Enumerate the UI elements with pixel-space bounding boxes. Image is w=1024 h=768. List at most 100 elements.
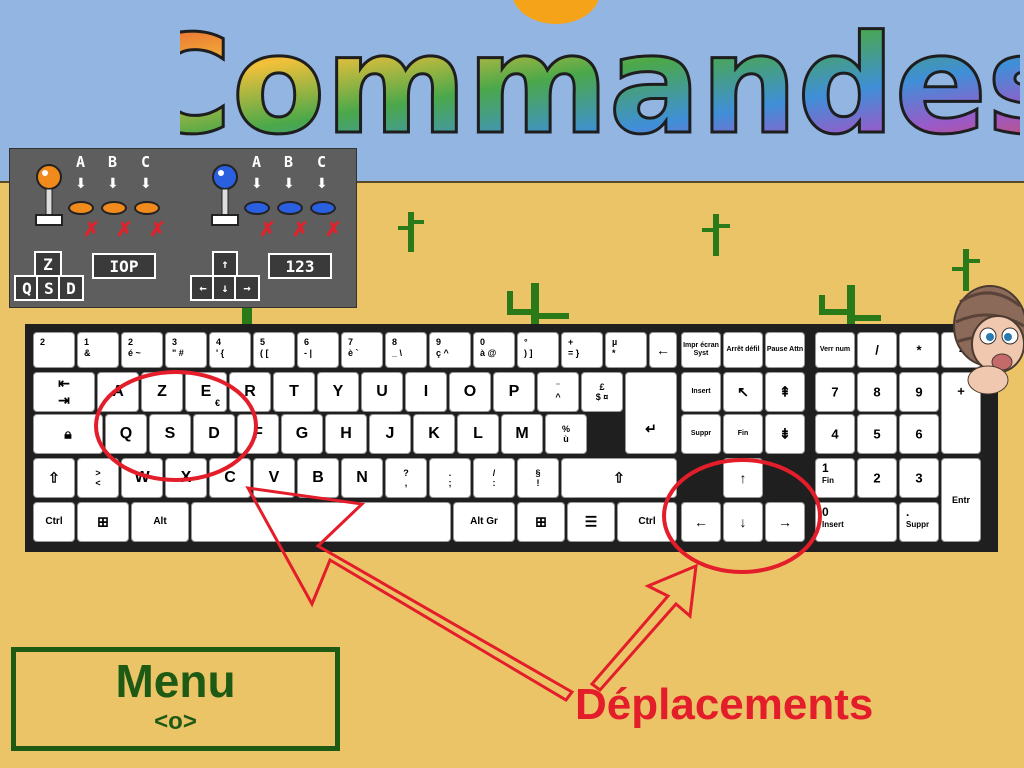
key-8[interactable]: 8 _ \ xyxy=(385,332,427,368)
key-6[interactable]: 6- | xyxy=(297,332,339,368)
key-s[interactable]: S xyxy=(149,414,191,454)
key-q[interactable]: Q xyxy=(105,414,147,454)
key-o[interactable]: O xyxy=(449,372,491,412)
key-g[interactable]: G xyxy=(281,414,323,454)
key-comma[interactable]: ?, xyxy=(385,458,427,498)
alt-key[interactable]: Alt xyxy=(131,502,189,542)
numpad-multiply-key[interactable]: * xyxy=(899,332,939,368)
tab-key[interactable]: ⇤ ⇥ xyxy=(33,372,95,412)
page-up-key[interactable]: ⇞ xyxy=(765,372,805,412)
menu-button[interactable]: Menu <o> xyxy=(11,647,340,751)
key-exclamation[interactable]: §! xyxy=(517,458,559,498)
numpad-dot-key[interactable]: . Suppr xyxy=(899,502,939,542)
key-c[interactable]: C xyxy=(209,458,251,498)
insert-key[interactable]: Insert xyxy=(681,372,721,412)
left-ctrl-key[interactable]: Ctrl xyxy=(33,502,75,542)
numpad-2-key[interactable]: 2 xyxy=(857,458,897,498)
key-h[interactable]: H xyxy=(325,414,367,454)
key-colon[interactable]: /: xyxy=(473,458,515,498)
arrow-left-icon: ← xyxy=(694,514,708,530)
right-shift-key[interactable]: ⇧ xyxy=(561,458,677,498)
key-f[interactable]: F xyxy=(237,414,279,454)
key-degree[interactable]: °) ] xyxy=(517,332,559,368)
key-e[interactable]: E € xyxy=(185,372,227,412)
key-z[interactable]: Z xyxy=(141,372,183,412)
key-p[interactable]: P xyxy=(493,372,535,412)
orange-button-icon xyxy=(134,201,160,215)
key-x[interactable]: X xyxy=(165,458,207,498)
key-i[interactable]: I xyxy=(405,372,447,412)
windows-key[interactable]: ⊞ xyxy=(77,502,129,542)
alt-gr-key[interactable]: Alt Gr xyxy=(453,502,515,542)
key-superscript-2[interactable]: 2 xyxy=(33,332,75,368)
key-t[interactable]: T xyxy=(273,372,315,412)
down-arrow-icon: ⬇ xyxy=(107,175,119,191)
key-9[interactable]: 9ç ^ xyxy=(429,332,471,368)
key-l[interactable]: L xyxy=(457,414,499,454)
key-y[interactable]: Y xyxy=(317,372,359,412)
home-key[interactable]: ↖ xyxy=(723,372,763,412)
numpad-3-key[interactable]: 3 xyxy=(899,458,939,498)
key-v[interactable]: V xyxy=(253,458,295,498)
scroll-lock-key[interactable]: Arrêt défil xyxy=(723,332,763,368)
numpad-divide-key[interactable]: / xyxy=(857,332,897,368)
key-m[interactable]: M xyxy=(501,414,543,454)
key-dollar[interactable]: £ $ ¤ xyxy=(581,372,623,412)
cactus xyxy=(507,283,569,325)
numpad-8-key[interactable]: 8 xyxy=(857,372,897,412)
pause-key[interactable]: Pause Attn xyxy=(765,332,805,368)
tab-icon: ⇤ ⇥ xyxy=(58,375,70,408)
numpad-4-key[interactable]: 4 xyxy=(815,414,855,454)
caps-lock-key[interactable]: 🔒︎ xyxy=(33,414,103,454)
key-5[interactable]: 5( [ xyxy=(253,332,295,368)
numpad-7-key[interactable]: 7 xyxy=(815,372,855,412)
arrow-right-key[interactable]: → xyxy=(765,502,805,542)
key-n[interactable]: N xyxy=(341,458,383,498)
button-b-label: B xyxy=(284,153,294,171)
arrow-down-key[interactable]: ↓ xyxy=(723,502,763,542)
key-3[interactable]: 3 " # xyxy=(165,332,207,368)
left-shift-key[interactable]: ⇧ xyxy=(33,458,75,498)
key-7[interactable]: 7è ` xyxy=(341,332,383,368)
key-percent[interactable]: % ù xyxy=(545,414,587,454)
numpad-0-key[interactable]: 0 Insert xyxy=(815,502,897,542)
backspace-key[interactable]: ← xyxy=(649,332,677,368)
arrow-left-key[interactable]: ← xyxy=(681,502,721,542)
end-key[interactable]: Fin xyxy=(723,414,763,454)
controls-panel: A B C ⬇ ⬇ ⬇ ✗ ✗ ✗ Z Q S D IOP A B C ⬇ ⬇ … xyxy=(9,148,357,308)
menu-key[interactable]: ☰ xyxy=(567,502,615,542)
key-a[interactable]: A xyxy=(97,372,139,412)
numpad-9-key[interactable]: 9 xyxy=(899,372,939,412)
windows-key-right[interactable]: ⊞ xyxy=(517,502,565,542)
numpad-enter-key[interactable]: Entr xyxy=(941,458,981,542)
key-semicolon[interactable]: .; xyxy=(429,458,471,498)
key-0[interactable]: 0à @ xyxy=(473,332,515,368)
key-k[interactable]: K xyxy=(413,414,455,454)
numpad-6-key[interactable]: 6 xyxy=(899,414,939,454)
space-bar[interactable] xyxy=(191,502,451,542)
key-r[interactable]: R xyxy=(229,372,271,412)
key-u[interactable]: U xyxy=(361,372,403,412)
right-ctrl-key[interactable]: Ctrl xyxy=(617,502,677,542)
numpad-1-key[interactable]: 1 Fin xyxy=(815,458,855,498)
key-2[interactable]: 2é ~ xyxy=(121,332,163,368)
print-screen-key[interactable]: Impr écran Syst xyxy=(681,332,721,368)
key-j[interactable]: J xyxy=(369,414,411,454)
button-b-label: B xyxy=(108,153,118,171)
delete-key[interactable]: Suppr xyxy=(681,414,721,454)
key-1[interactable]: 1 & xyxy=(77,332,119,368)
key-mu[interactable]: µ * xyxy=(605,332,647,368)
arrow-up-key[interactable]: ↑ xyxy=(723,458,763,498)
key-d[interactable]: D xyxy=(193,414,235,454)
key-w[interactable]: W xyxy=(121,458,163,498)
key-plus[interactable]: + = } xyxy=(561,332,603,368)
page-down-key[interactable]: ⇟ xyxy=(765,414,805,454)
key-caret[interactable]: ¨ ^ xyxy=(537,372,579,412)
numpad-5-key[interactable]: 5 xyxy=(857,414,897,454)
key-4[interactable]: 4 ' { xyxy=(209,332,251,368)
key-b[interactable]: B xyxy=(297,458,339,498)
enter-key[interactable]: ↵ xyxy=(625,372,677,454)
blue-button-icon xyxy=(277,201,303,215)
num-lock-key[interactable]: Verr num xyxy=(815,332,855,368)
key-less-than[interactable]: > < xyxy=(77,458,119,498)
